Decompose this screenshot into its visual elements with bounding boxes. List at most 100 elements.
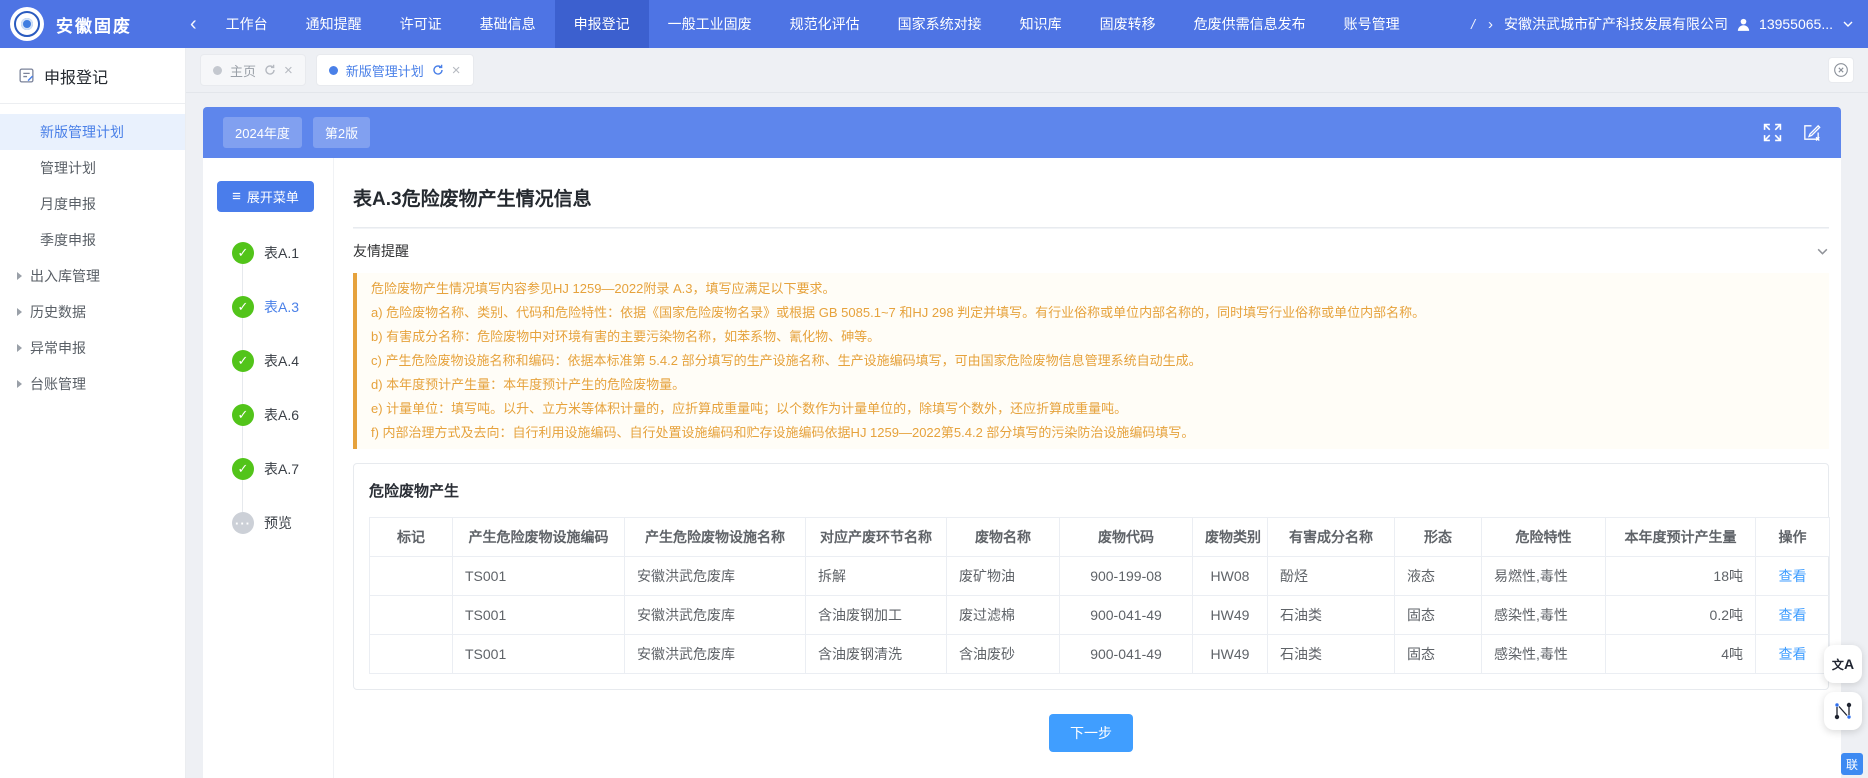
cell-physical-form: 固态	[1395, 635, 1482, 674]
sidebar-menu-item[interactable]: 异常申报	[0, 330, 185, 366]
page-tab[interactable]: 主页 ×	[200, 54, 306, 86]
cell-hazard-traits: 易燃性,毒性	[1482, 557, 1606, 596]
view-link[interactable]: 查看	[1779, 607, 1807, 623]
tab-close-icon[interactable]: ×	[284, 63, 293, 78]
next-step-button[interactable]: 下一步	[1049, 714, 1133, 752]
view-link[interactable]: 查看	[1779, 568, 1807, 584]
nav-collapse-icon[interactable]: ‹	[180, 14, 207, 34]
cell-facility-code: TS001	[453, 596, 625, 635]
navbar-right: / › 安徽洪武城市矿产科技发展有限公司 13955065...	[1469, 14, 1868, 34]
step-item[interactable]: 表A.6	[217, 388, 333, 442]
nav-menu-item[interactable]: 危废供需信息发布	[1175, 0, 1325, 48]
tab-refresh-icon[interactable]	[432, 64, 444, 76]
nav-menu-item[interactable]: 许可证	[381, 0, 461, 48]
sidebar-title: 申报登记	[44, 64, 108, 88]
tab-refresh-icon[interactable]	[264, 64, 276, 76]
connect-badge[interactable]: 联	[1841, 753, 1863, 775]
steps-column: ≡ 展开菜单 表A.1 表A.3	[203, 158, 334, 778]
content-area: 2024年度 第2版 ≡ 展开菜单	[186, 93, 1868, 778]
cell-mark	[370, 596, 453, 635]
fullscreen-icon[interactable]	[1763, 123, 1782, 142]
nav-menu-item[interactable]: 知识库	[1001, 0, 1081, 48]
sidebar-menu-item[interactable]: 月度申报	[0, 186, 185, 222]
step-label: 表A.1	[264, 243, 299, 263]
table-column-header: 产生危险废物设施名称	[625, 518, 806, 557]
nav-menu-item[interactable]: 一般工业固废	[649, 0, 771, 48]
table-column-header: 废物代码	[1060, 518, 1193, 557]
sidebar-menu-item[interactable]: 管理计划	[0, 150, 185, 186]
cell-physical-form: 固态	[1395, 596, 1482, 635]
sidebar-menu-item[interactable]: 新版管理计划	[0, 114, 185, 150]
app-title: 安徽固废	[56, 12, 132, 37]
nav-menu-item[interactable]: 申报登记	[555, 0, 649, 48]
expand-caret-icon	[17, 344, 22, 352]
notice-line: d) 本年度预计产生量：本年度预计产生的危险废物量。	[371, 373, 1815, 397]
sidebar-item-label: 月度申报	[40, 186, 96, 222]
expand-menu-label: 展开菜单	[247, 187, 299, 206]
notice-line: b) 有害成分名称：危险废物中对环境有害的主要污染物名称，如苯系物、氰化物、砷等…	[371, 325, 1815, 349]
step-label: 表A.6	[264, 405, 299, 425]
step-status-icon	[232, 350, 254, 372]
cell-hazard-traits: 感染性,毒性	[1482, 635, 1606, 674]
table-column-header: 标记	[370, 518, 453, 557]
translate-en-glyph: A	[1844, 656, 1854, 672]
translate-widget-button[interactable]: 文A	[1824, 645, 1862, 683]
nav-scroll-right-icon[interactable]: ›	[1484, 16, 1497, 33]
table-row: TS001 安徽洪武危废库 拆解 废矿物油 900-199-08 HW08 酚烃…	[370, 557, 1830, 596]
form-card: ≡ 展开菜单 表A.1 表A.3	[203, 158, 1841, 778]
nav-menu-item[interactable]: 工作台	[207, 0, 287, 48]
sidebar-item-label: 季度申报	[40, 222, 96, 258]
step-label: 预览	[264, 513, 292, 533]
nav-menu-item[interactable]: 通知提醒	[287, 0, 381, 48]
nav-menu-item[interactable]: 账号管理	[1325, 0, 1419, 48]
nav-menu-item[interactable]: 固废转移	[1081, 0, 1175, 48]
expand-menu-button[interactable]: ≡ 展开菜单	[217, 181, 314, 212]
top-navbar: 安徽固废 ‹ 工作台 通知提醒 许可证 基础信息 申报登记 一般工业固废 规范化…	[0, 0, 1868, 48]
step-list: 表A.1 表A.3 表A.4	[217, 226, 333, 550]
table-column-header: 操作	[1756, 518, 1830, 557]
table-row: TS001 安徽洪武危废库 含油废钢清洗 含油废砂 900-041-49 HW4…	[370, 635, 1830, 674]
tab-close-icon[interactable]: ×	[452, 63, 461, 78]
cell-facility-name: 安徽洪武危废库	[625, 557, 806, 596]
edit-correction-icon[interactable]	[1802, 123, 1821, 142]
nav-menu-item[interactable]: 规范化评估	[771, 0, 879, 48]
sidebar-menu-item[interactable]: 台账管理	[0, 366, 185, 402]
step-item[interactable]: 表A.4	[217, 334, 333, 388]
cell-waste-code: 900-041-49	[1060, 635, 1193, 674]
step-item[interactable]: 表A.7	[217, 442, 333, 496]
table-body: TS001 安徽洪武危废库 拆解 废矿物油 900-199-08 HW08 酚烃…	[370, 557, 1830, 674]
view-link[interactable]: 查看	[1779, 646, 1807, 662]
page-title: 表A.3危险废物产生情况信息	[353, 184, 1829, 211]
app-logo-icon	[10, 7, 44, 41]
sidebar: 申报登记 新版管理计划 管理计划 月度申报	[0, 48, 186, 778]
sidebar-menu-item[interactable]: 季度申报	[0, 222, 185, 258]
user-phone[interactable]: 13955065...	[1759, 16, 1833, 32]
step-item[interactable]: 预览	[217, 496, 333, 550]
sidebar-menu-item[interactable]: 历史数据	[0, 294, 185, 330]
friendly-reminder-header[interactable]: 友情提醒	[353, 228, 1829, 273]
user-dropdown-icon[interactable]	[1842, 18, 1854, 30]
cell-process-name: 含油废钢清洗	[806, 635, 947, 674]
nav-menu: 工作台 通知提醒 许可证 基础信息 申报登记 一般工业固废 规范化评估 国家系统…	[207, 0, 1419, 48]
notice-line: e) 计量单位：填写吨。以升、立方米等体积计量的，应折算成重量吨；以个数作为计量…	[371, 397, 1815, 421]
step-item[interactable]: 表A.3	[217, 280, 333, 334]
cell-harmful-component: 石油类	[1268, 596, 1395, 635]
step-item[interactable]: 表A.1	[217, 226, 333, 280]
nav-menu-item[interactable]: 国家系统对接	[879, 0, 1001, 48]
collapse-chevron-icon[interactable]	[1816, 245, 1829, 258]
waste-table: 标记产生危险废物设施编码产生危险废物设施名称对应产废环节名称废物名称废物代码废物…	[369, 517, 1830, 674]
sidebar-header: 申报登记	[0, 48, 185, 104]
cell-waste-class: HW49	[1193, 596, 1268, 635]
table-column-header: 本年度预计产生量	[1606, 518, 1756, 557]
notice-line: f) 内部治理方式及去向：自行利用设施编码、自行处置设施编码和贮存设施编码依据H…	[371, 421, 1815, 445]
nav-overflow-item[interactable]: /	[1469, 16, 1477, 32]
sidebar-menu-item[interactable]: 出入库管理	[0, 258, 185, 294]
close-all-tabs-button[interactable]	[1828, 57, 1854, 83]
sidebar-menu: 新版管理计划 管理计划 月度申报 季度申报	[0, 104, 185, 402]
relation-graph-widget-button[interactable]	[1824, 692, 1862, 730]
page-tab[interactable]: 新版管理计划 ×	[316, 54, 474, 86]
cell-waste-code: 900-041-49	[1060, 596, 1193, 635]
nav-menu-item[interactable]: 基础信息	[461, 0, 555, 48]
tab-status-dot	[329, 66, 338, 75]
cell-expected-amount: 18吨	[1606, 557, 1756, 596]
